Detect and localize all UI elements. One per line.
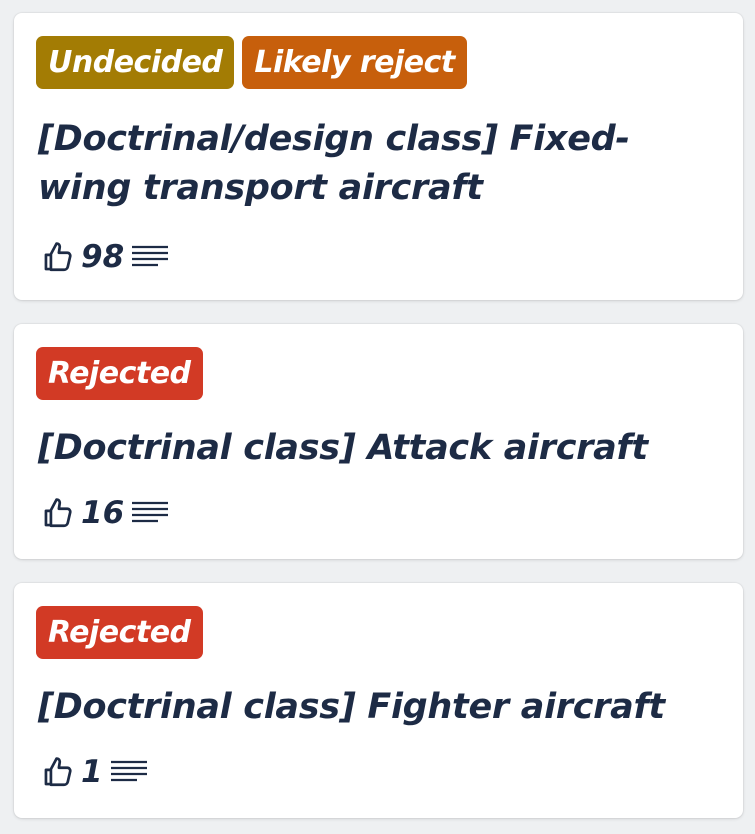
status-badge-undecided: Undecided xyxy=(36,36,235,89)
idea-card[interactable]: Undecided Likely reject [Doctrinal/desig… xyxy=(14,13,743,300)
status-badge-rejected: Rejected xyxy=(36,347,203,400)
lines-icon[interactable] xyxy=(109,757,149,787)
idea-title[interactable]: [Doctrinal class] Fighter aircraft xyxy=(38,683,703,732)
idea-meta: 98 xyxy=(41,239,170,275)
thumbs-up-icon[interactable] xyxy=(41,240,75,274)
idea-title[interactable]: [Doctrinal class] Attack aircraft xyxy=(38,424,703,473)
idea-card[interactable]: Rejected [Doctrinal class] Fighter aircr… xyxy=(14,583,743,818)
lines-icon[interactable] xyxy=(130,498,170,528)
idea-title[interactable]: [Doctrinal/design class] Fixed-wing tran… xyxy=(38,115,703,213)
vote-count: 16 xyxy=(81,495,125,531)
status-badges: Rejected xyxy=(36,347,203,400)
lines-icon[interactable] xyxy=(130,242,170,272)
thumbs-up-icon[interactable] xyxy=(41,496,75,530)
status-badges: Rejected xyxy=(36,606,203,659)
vote-count: 1 xyxy=(81,754,103,790)
status-badges: Undecided Likely reject xyxy=(36,36,467,89)
status-badge-rejected: Rejected xyxy=(36,606,203,659)
idea-meta: 1 xyxy=(41,754,149,790)
idea-card[interactable]: Rejected [Doctrinal class] Attack aircra… xyxy=(14,324,743,559)
status-badge-likely-reject: Likely reject xyxy=(242,36,467,89)
vote-count: 98 xyxy=(81,239,125,275)
idea-meta: 16 xyxy=(41,495,170,531)
thumbs-up-icon[interactable] xyxy=(41,755,75,789)
